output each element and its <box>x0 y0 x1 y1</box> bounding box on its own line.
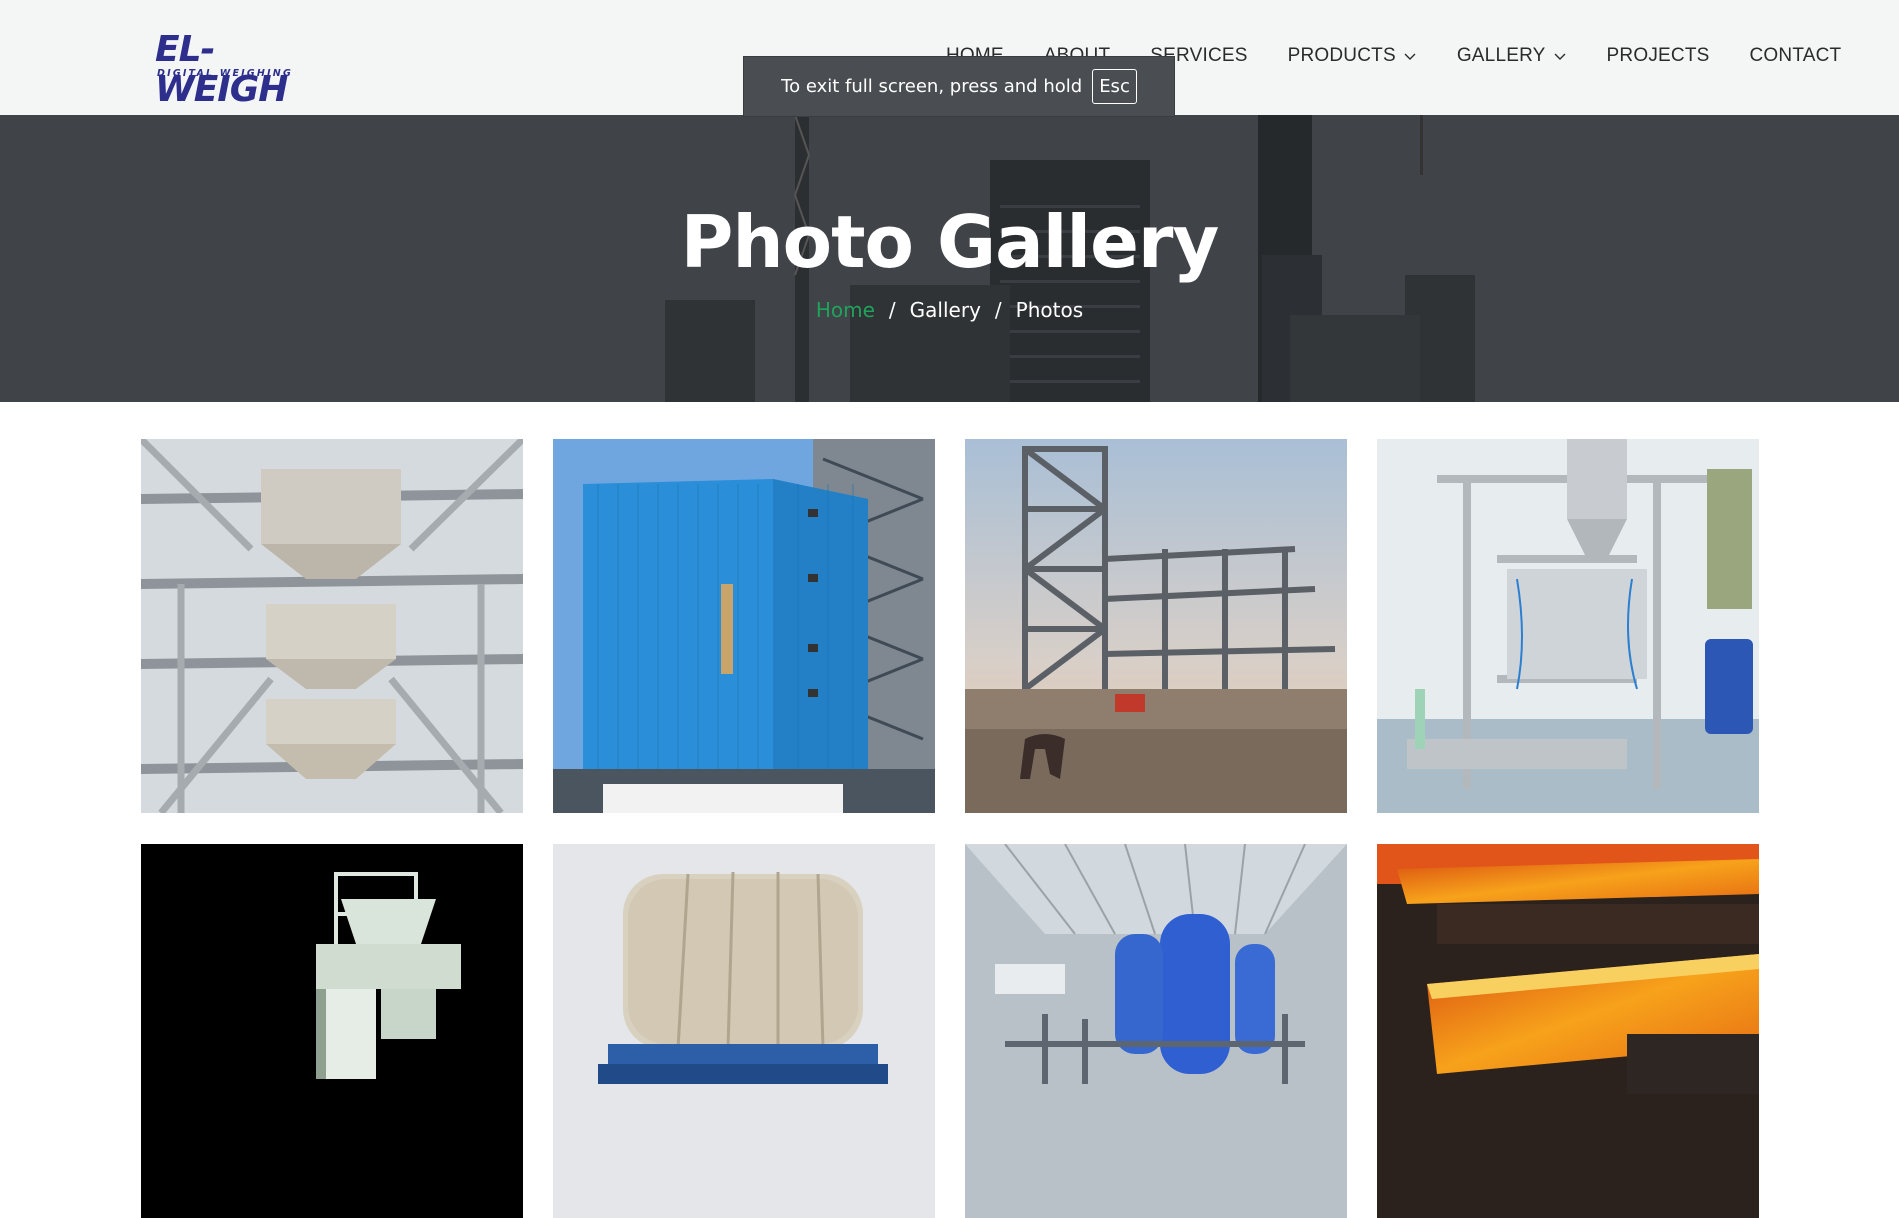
nav-gallery-label: GALLERY <box>1456 45 1546 66</box>
breadcrumb-current: Photos <box>1015 298 1084 322</box>
white-bagging-machine-photo <box>141 844 523 1218</box>
breadcrumb-separator: / <box>994 298 1002 322</box>
chevron-down-icon <box>1554 53 1566 60</box>
breadcrumb: Home / Gallery / Photos <box>0 298 1899 322</box>
hot-steel-billets-photo <box>1377 844 1759 1218</box>
gallery-photo[interactable] <box>141 844 523 1218</box>
gallery-photo[interactable] <box>1377 439 1759 813</box>
bagging-machine-photo <box>1377 439 1759 813</box>
nav-products-label: PRODUCTS <box>1287 45 1396 66</box>
logo-tagline: DIGITAL WEIGHING <box>157 68 293 79</box>
gallery-photo[interactable] <box>965 844 1347 1218</box>
gallery-photo[interactable] <box>553 439 935 813</box>
el-weigh-logo[interactable]: EL-WEIGH DIGITAL WEIGHING <box>155 30 305 110</box>
gallery-photo[interactable] <box>965 439 1347 813</box>
fullscreen-exit-toast: To exit full screen, press and hold Esc <box>743 56 1175 117</box>
nav-projects[interactable]: PROJECTS <box>1607 44 1710 68</box>
gallery-photo[interactable] <box>553 844 935 1218</box>
nav-products[interactable]: PRODUCTS <box>1288 44 1417 68</box>
nav-contact[interactable]: CONTACT <box>1750 44 1842 68</box>
blue-building-photo <box>553 439 935 813</box>
steel-hopper-photo <box>141 439 523 813</box>
pressure-tanks-photo <box>965 844 1347 1218</box>
cotton-bale-photo <box>553 844 935 1218</box>
gallery-photo[interactable] <box>141 439 523 813</box>
page-title: Photo Gallery <box>680 200 1220 284</box>
gallery-photo[interactable] <box>1377 844 1759 1218</box>
construction-site-photo <box>965 439 1347 813</box>
toast-message: To exit full screen, press and hold <box>781 76 1083 97</box>
breadcrumb-separator: / <box>888 298 896 322</box>
nav-gallery[interactable]: GALLERY <box>1457 44 1567 68</box>
breadcrumb-gallery[interactable]: Gallery <box>910 298 981 322</box>
page-banner: Photo Gallery Home / Gallery / Photos <box>0 115 1899 402</box>
breadcrumb-home[interactable]: Home <box>816 298 875 322</box>
chevron-down-icon <box>1404 53 1416 60</box>
esc-key-hint: Esc <box>1092 69 1137 104</box>
